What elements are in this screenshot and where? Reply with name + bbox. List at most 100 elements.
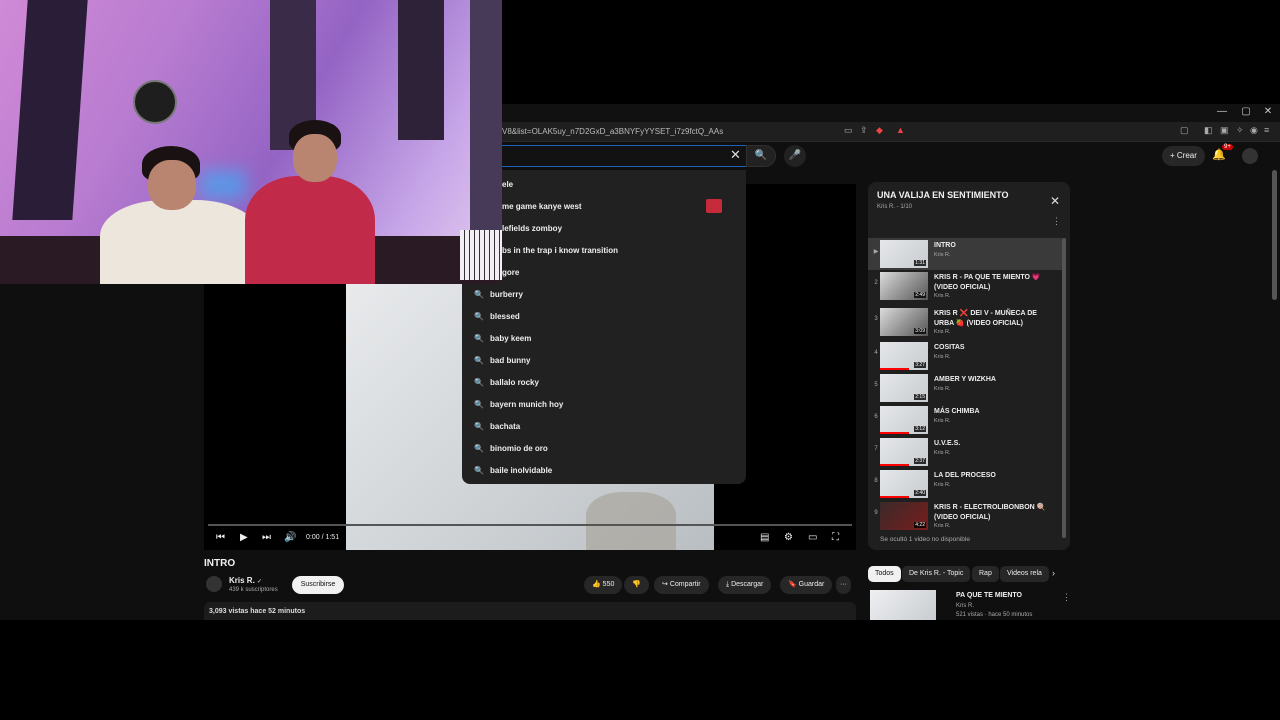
playlist-thumbnail[interactable]: 2:49 [880, 272, 928, 300]
recommended-thumbnail[interactable] [870, 590, 936, 620]
search-input[interactable] [462, 145, 746, 167]
fullscreen-icon[interactable]: ⛶ [832, 532, 839, 543]
menu-icon[interactable]: ≡ [1264, 125, 1269, 135]
suggestion-item[interactable]: 🔍 ballalo rocky [462, 372, 746, 394]
suggestion-item[interactable]: 🔍 baby keem [462, 328, 746, 350]
playlist-thumbnail[interactable]: 2:15 [880, 374, 928, 402]
more-actions-button[interactable]: ··· [836, 576, 851, 594]
clear-search-icon[interactable]: ✕ [730, 147, 741, 163]
search-icon: 🔍 [474, 378, 484, 387]
playlist-item[interactable]: 3 3:09 KRIS R ❌ DEI V - MUÑECA DE URBA 🍓 (… [868, 306, 1062, 338]
theater-icon[interactable]: ▭ [808, 532, 817, 543]
chip-rap[interactable]: Rap [972, 566, 999, 582]
url-text[interactable]: V8&list=OLAK5uy_n7D2GxD_a3BNYFyYYSET_i7z… [502, 127, 723, 136]
duration-badge: 3:12 [914, 426, 926, 432]
playlist-item[interactable]: ▶ 1:31 INTRO Kris R. [868, 238, 1062, 270]
play-icon[interactable]: ▶ [240, 532, 248, 543]
more-vert-icon[interactable]: ⋮ [1062, 592, 1071, 603]
playlist-item[interactable]: 9 4:22 KRIS R - ELECTROLIBONBON 🍭 (VIDEO O… [868, 500, 1062, 532]
description-box[interactable]: 3,093 vistas hace 52 minutos [204, 602, 856, 620]
download-button[interactable]: ⤓ Descargar [718, 576, 772, 594]
extension-icon[interactable]: ◆ [876, 125, 883, 136]
chip-topic[interactable]: De Kris R. - Topic [902, 566, 971, 582]
playlist-thumbnail[interactable]: 4:22 [880, 502, 928, 530]
playlist-item[interactable]: 4 3:27 COSITAS Kris R. [868, 340, 1062, 372]
recommended-title[interactable]: PA QUE TE MIENTO [956, 592, 1022, 599]
settings-icon[interactable]: ⚙ [784, 532, 793, 543]
suggestion-item[interactable]: 🔍 blessed [462, 306, 746, 328]
suggestion-item[interactable]: 🔍 baile inolvidable [462, 460, 746, 482]
suggestion-item[interactable]: 🔍 bad bunny [462, 350, 746, 372]
wallet-icon[interactable]: ▣ [1220, 125, 1229, 136]
suggestion-item[interactable]: me game kanye west [462, 196, 746, 218]
playlist-title[interactable]: UNA VALIJA EN SENTIMIENTO [877, 190, 1009, 200]
playlist-thumbnail[interactable]: 3:12 [880, 406, 928, 434]
search-button[interactable]: 🔍 [746, 145, 776, 167]
playlist-thumbnail[interactable]: 2:37 [880, 438, 928, 466]
progress-bar[interactable] [208, 524, 852, 526]
maximize-button[interactable]: ▢ [1236, 106, 1256, 117]
extensions-icon[interactable]: ✧ [1236, 125, 1244, 136]
share-button[interactable]: ↪ Compartir [654, 576, 709, 594]
next-icon[interactable]: ⏭ [262, 532, 271, 543]
recommended-author[interactable]: Kris R. [956, 603, 974, 609]
playlist-item[interactable]: 5 2:15 AMBER Y WIZKHA Kris R. [868, 372, 1062, 404]
playlist-thumbnail[interactable]: 3:09 [880, 308, 928, 336]
suggestion-text: bs in the trap i know transition [502, 246, 619, 255]
playlist-item-author: Kris R. [934, 329, 951, 335]
share-page-icon[interactable]: ⇪ [860, 125, 868, 136]
playlist-more-icon[interactable]: ⋮ [1052, 216, 1061, 227]
playlist-thumbnail[interactable]: 1:31 [880, 240, 928, 268]
tab-search-icon[interactable]: ▢ [1180, 125, 1189, 136]
suggestion-item[interactable]: 🔍 bayern munich hoy [462, 394, 746, 416]
suggestion-item[interactable]: gore [462, 262, 746, 284]
playlist-item-index: 6 [874, 414, 878, 420]
suggestion-text: baby keem [490, 334, 532, 343]
suggestion-item[interactable]: 🔍 burberry [462, 284, 746, 306]
chevron-right-icon[interactable]: › [1052, 568, 1055, 578]
page-scrollbar[interactable] [1272, 170, 1277, 300]
acoustic-panel [398, 0, 444, 140]
account-avatar[interactable] [1242, 148, 1258, 164]
playlist-item-index: 8 [874, 478, 878, 484]
subscribe-button[interactable]: Suscribirse [292, 576, 344, 594]
channel-avatar[interactable] [206, 576, 222, 592]
cast-icon[interactable]: ▭ [844, 125, 853, 136]
channel-name[interactable]: Kris R. ✓ [229, 576, 262, 585]
shirt [245, 176, 375, 284]
dislike-button[interactable]: 👎 [624, 576, 649, 594]
playlist-item[interactable]: 6 3:12 MÁS CHIMBA Kris R. [868, 404, 1062, 436]
subtitles-icon[interactable]: ▤ [760, 532, 769, 543]
playlist-thumbnail[interactable]: 2:40 [880, 470, 928, 498]
playlist-item-title: MÁS CHIMBA [934, 408, 980, 415]
jacket [100, 200, 260, 284]
chip-related[interactable]: Videos rela [1000, 566, 1049, 582]
playlist-scrollbar[interactable] [1062, 238, 1066, 538]
save-button[interactable]: 🔖 Guardar [780, 576, 833, 594]
voice-search-button[interactable]: 🎤 [784, 145, 806, 167]
suggestion-thumbnail[interactable] [706, 199, 722, 213]
volume-icon[interactable]: 🔊 [284, 532, 296, 543]
close-icon[interactable]: ✕ [1050, 194, 1060, 208]
like-button[interactable]: 👍 550 [584, 576, 623, 594]
sidebar-icon[interactable]: ◧ [1204, 125, 1213, 136]
suggestion-item[interactable]: 🔍 binomio de oro [462, 438, 746, 460]
suggestion-item[interactable]: ele [462, 174, 746, 196]
playlist-item[interactable]: 7 2:37 U.V.E.S. Kris R. [868, 436, 1062, 468]
previous-icon[interactable]: ⏮ [216, 532, 225, 543]
suggestion-item[interactable]: 🔍 bachata [462, 416, 746, 438]
suggestion-item[interactable]: bs in the trap i know transition [462, 240, 746, 262]
playlist-item[interactable]: 2 2:49 KRIS R - PA QUE TE MIENTO 💗 (VIDEO … [868, 270, 1062, 302]
duration-badge: 2:15 [914, 394, 926, 400]
warning-icon[interactable]: ▲ [896, 125, 905, 135]
playlist-item[interactable]: 8 2:40 LA DEL PROCESO Kris R. [868, 468, 1062, 500]
suggestion-item[interactable]: lefields zomboy [462, 218, 746, 240]
chip-all[interactable]: Todos [868, 566, 901, 582]
recommended-video[interactable]: PA QUE TE MIENTO Kris R. 521 vistas · ha… [868, 590, 1071, 620]
vpn-icon[interactable]: ◉ [1250, 125, 1258, 136]
close-window-button[interactable]: ✕ [1258, 106, 1278, 117]
minimize-button[interactable]: — [1212, 106, 1232, 117]
playlist-thumbnail[interactable]: 3:27 [880, 342, 928, 370]
create-button[interactable]: + Crear [1162, 146, 1205, 166]
plus-icon: + [1170, 151, 1175, 160]
